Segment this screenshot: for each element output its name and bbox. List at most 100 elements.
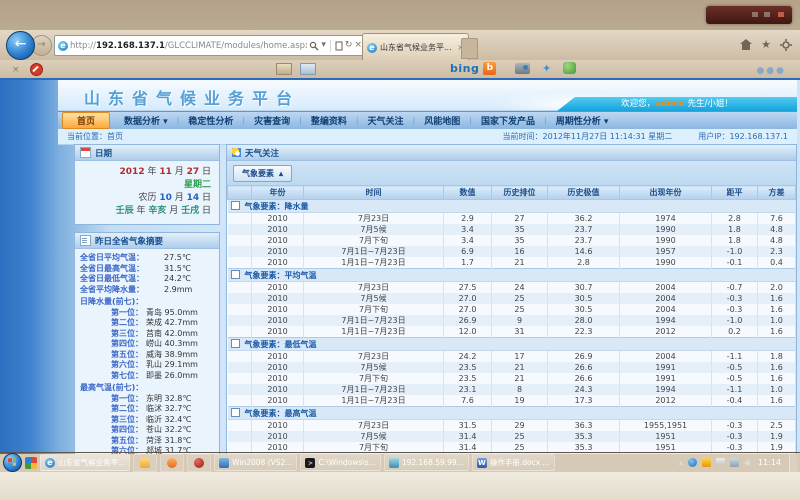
rank-item: 第五位：威海 38.9mm	[80, 350, 214, 361]
taskbar-button-console[interactable]: >C:\Windows\s...	[300, 454, 380, 471]
nav-item-2[interactable]: 数据分析 ▾	[115, 114, 177, 127]
table-cell: 2004	[620, 282, 712, 294]
table-cell: 2.5	[758, 420, 796, 432]
table-cell: -0.5	[712, 362, 758, 373]
back-button[interactable]: ←	[6, 31, 35, 60]
taskbar-pinned-player-icon[interactable]	[187, 454, 211, 472]
taskbar-pinned-folder-icon[interactable]	[133, 454, 157, 472]
summary-stat: 全省平均降水量：2.9mm	[80, 285, 214, 296]
settings-gear-icon[interactable]	[780, 39, 792, 51]
table-cell: 27.0	[444, 293, 492, 304]
more-icon[interactable]: ●●●	[756, 66, 786, 76]
table-cell: 1.6	[758, 326, 796, 338]
nav-item-7[interactable]: 风能地图	[415, 114, 469, 127]
table-cell: -0.5	[712, 373, 758, 384]
table-cell: 31.4	[444, 431, 492, 442]
card-icon[interactable]	[276, 63, 292, 75]
address-bar[interactable]: e http://192.168.137.1/GLCCLIMATE/module…	[54, 35, 366, 56]
volume-icon[interactable]: ◀	[744, 458, 750, 467]
home-icon[interactable]	[740, 39, 752, 50]
hidden-icons-arrow[interactable]: ▴	[679, 458, 683, 467]
site-title: 山东省气候业务平台	[84, 85, 300, 109]
search-dropdown-icon[interactable]: ▾	[321, 41, 326, 50]
web-page: 山东省气候业务平台 欢迎您，admin 先生/小姐！ 首页数据分析 ▾|稳定性分…	[0, 78, 800, 454]
refresh-icon[interactable]: ↻	[345, 41, 353, 50]
table-row: 20107月23日31.52936.31955,1951-0.32.5	[228, 420, 796, 432]
bing-logo: bing	[450, 62, 479, 75]
calendar-ganzhi-date: 壬辰 年 辛亥 月 壬戌 日	[83, 205, 211, 218]
update-icon[interactable]	[688, 458, 697, 467]
group-checkbox[interactable]	[231, 201, 240, 210]
clock[interactable]: 11:14	[755, 458, 784, 467]
table-cell: 26.9	[444, 315, 492, 326]
rank-item: 第三位：莒南 42.0mm	[80, 329, 214, 340]
table-cell: 14.6	[548, 246, 620, 257]
nav-item-5[interactable]: 整编资料	[302, 114, 356, 127]
table-cell: -0.1	[712, 257, 758, 269]
table-cell: 0.2	[712, 326, 758, 338]
group-label: 气象要素：最低气温	[245, 340, 317, 349]
nav-item-1[interactable]: 首页	[62, 112, 110, 129]
search-icon[interactable]	[309, 41, 319, 51]
table-cell: 0.4	[758, 257, 796, 269]
table-cell: 29	[492, 420, 548, 432]
rank-item: 第四位：苍山 32.2℃	[80, 425, 214, 436]
start-button[interactable]	[3, 453, 22, 472]
system-tray: ▴ ◀ 11:14	[679, 458, 786, 467]
group-checkbox[interactable]	[231, 408, 240, 417]
main-area: 天气关注 气象要素▴ 年份时间数值历史排位历史极值出现年份距平方差 气象要素：降…	[226, 144, 797, 454]
table-cell: 35	[492, 224, 548, 235]
taskbar-button-label: 山东省气候业务平...	[58, 457, 125, 468]
address-url[interactable]: http://192.168.137.1/GLCCLIMATE/modules/…	[70, 41, 307, 51]
mail-icon[interactable]	[300, 63, 316, 75]
compatibility-view-icon[interactable]	[335, 41, 343, 51]
nav-item-3[interactable]: 稳定性分析	[179, 114, 242, 127]
launcher-icon[interactable]	[25, 457, 37, 469]
security-shield-icon[interactable]	[702, 458, 711, 467]
taskbar-button-ie[interactable]: e山东省气候业务平...	[40, 454, 130, 471]
table-cell: 23.5	[444, 373, 492, 384]
ie-icon: e	[45, 458, 55, 468]
share-icon[interactable]	[563, 62, 576, 74]
breadcrumb-row: 当前位置：首页 当前时间：2012年11月27日 11:14:31 星期二 用户…	[58, 129, 797, 145]
table-cell: 2010	[252, 224, 304, 235]
stop-icon[interactable]: ×	[354, 41, 362, 50]
new-tab-button[interactable]	[461, 38, 478, 59]
favorites-star-icon[interactable]: ★	[761, 38, 771, 51]
table-group-row: 气象要素：最高气温	[228, 407, 796, 420]
close-icon[interactable]: ×	[12, 65, 20, 75]
table-cell: 2010	[252, 362, 304, 373]
table-cell: 7月1日~7月23日	[304, 315, 444, 326]
element-filter-button[interactable]: 气象要素▴	[233, 165, 292, 182]
bing-b-icon[interactable]: b	[483, 62, 496, 75]
network-icon[interactable]	[730, 458, 739, 467]
nav-item-4[interactable]: 灾害查询	[245, 114, 299, 127]
table-cell: 1.8	[712, 235, 758, 246]
show-desktop-button[interactable]	[789, 454, 797, 472]
group-checkbox[interactable]	[231, 339, 240, 348]
camera-icon[interactable]	[515, 63, 530, 74]
taskbar-button-word[interactable]: W操作手册.docx ...	[472, 454, 555, 471]
table-cell: 1955,1951	[620, 420, 712, 432]
table-cell: 2010	[252, 395, 304, 407]
column-header: 历史极值	[548, 186, 620, 200]
table-row: 20101月1日~7月23日1.7212.81990-0.10.4	[228, 257, 796, 269]
taskbar-button-window[interactable]: Win2008 (VS2...	[214, 454, 297, 471]
blocked-icon[interactable]	[30, 63, 43, 76]
taskbar-pinned-media-icon[interactable]	[160, 454, 184, 472]
bing-search-widget[interactable]: bing b	[450, 62, 496, 75]
nav-item-8[interactable]: 国家下发产品	[472, 114, 544, 127]
taskbar-button-remote[interactable]: 192.168.59.99...	[384, 454, 469, 471]
taskbar-buttons: e山东省气候业务平... Win2008 (VS2... >C:\Windows\s…	[40, 454, 555, 472]
action-center-flag-icon[interactable]	[716, 458, 725, 467]
table-cell: -1.1	[712, 351, 758, 363]
nav-item-9[interactable]: 周期性分析 ▾	[547, 114, 618, 127]
table-cell: -1.0	[712, 246, 758, 257]
browser-tab[interactable]: e 山东省气候业务平... ×	[362, 33, 469, 61]
table-cell: 23.5	[444, 362, 492, 373]
nav-item-6[interactable]: 天气关注	[359, 114, 413, 127]
taskbar-button-label: Win2008 (VS2...	[232, 458, 292, 467]
group-checkbox[interactable]	[231, 270, 240, 279]
effects-icon[interactable]: ✦	[542, 63, 551, 74]
table-cell: 21	[492, 362, 548, 373]
